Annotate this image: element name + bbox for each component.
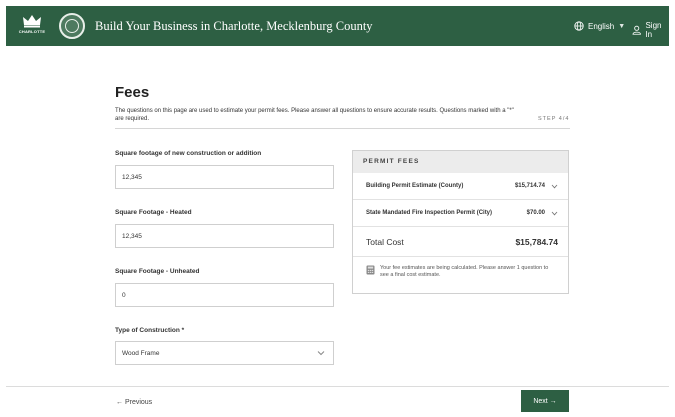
total-cost-row: Total Cost $15,784.74 (353, 227, 568, 257)
field-label-unheated: Square Footage - Unheated (115, 268, 200, 275)
total-cost-amount: $15,784.74 (515, 236, 558, 247)
fee-name: State Mandated Fire Inspection Permit (C… (366, 210, 493, 216)
language-selector[interactable]: English ▼ (574, 21, 625, 31)
top-nav-bar: CHARLOTTE Build Your Business in Charlot… (6, 6, 669, 46)
chevron-down-icon[interactable] (551, 184, 558, 189)
chevron-down-icon: ▼ (618, 22, 626, 30)
city-seal-icon[interactable] (59, 13, 85, 39)
divider (115, 128, 570, 129)
step-indicator: STEP 4/4 (538, 116, 570, 122)
previous-button[interactable]: ← Previous (116, 399, 152, 406)
unheated-sqft-input[interactable]: 0 (115, 283, 334, 307)
logo-text: CHARLOTTE (18, 29, 46, 34)
fee-row-building-permit[interactable]: Building Permit Estimate (County) $15,71… (353, 173, 568, 200)
new-construction-sqft-input[interactable]: 12,345 (115, 165, 334, 189)
sign-in-link[interactable]: Sign In (632, 21, 669, 39)
field-label-heated: Square Footage - Heated (115, 209, 192, 216)
language-label: English (588, 21, 615, 31)
sign-in-label: Sign In (645, 21, 662, 39)
footer-nav: ← Previous Next → (6, 387, 669, 417)
site-title[interactable]: Build Your Business in Charlotte, Meckle… (95, 19, 373, 34)
permit-fees-card: PERMIT FEES Building Permit Estimate (Co… (352, 150, 569, 294)
globe-icon (574, 21, 584, 31)
charlotte-logo[interactable]: CHARLOTTE (18, 14, 46, 40)
field-label-construction-type: Type of Construction * (115, 327, 185, 334)
next-button[interactable]: Next → (521, 390, 569, 412)
construction-type-value: Wood Frame (122, 349, 160, 357)
calculator-icon (366, 265, 375, 275)
chevron-down-icon[interactable] (551, 211, 558, 216)
fee-row-fire-inspection[interactable]: State Mandated Fire Inspection Permit (C… (353, 200, 568, 227)
permit-fees-heading: PERMIT FEES (353, 151, 568, 173)
total-cost-label: Total Cost (366, 236, 404, 247)
fee-amount: $15,714.74 (514, 183, 545, 189)
fee-name: Building Permit Estimate (County) (366, 183, 464, 189)
construction-type-select[interactable]: Wood Frame (115, 341, 334, 365)
user-icon (632, 25, 641, 35)
chevron-down-icon (317, 351, 325, 356)
heated-sqft-input[interactable]: 12,345 (115, 224, 334, 248)
crown-icon (23, 15, 41, 28)
fee-note-text: Your fee estimates are being calculated.… (380, 265, 549, 278)
page-intro: The questions on this page are used to e… (115, 108, 514, 122)
fee-amount: $70.00 (526, 210, 545, 216)
fee-estimate-note: Your fee estimates are being calculated.… (353, 257, 568, 279)
page-background (6, 46, 669, 386)
page-title: Fees (115, 84, 150, 101)
field-label-new-construction: Square footage of new construction or ad… (115, 150, 262, 157)
